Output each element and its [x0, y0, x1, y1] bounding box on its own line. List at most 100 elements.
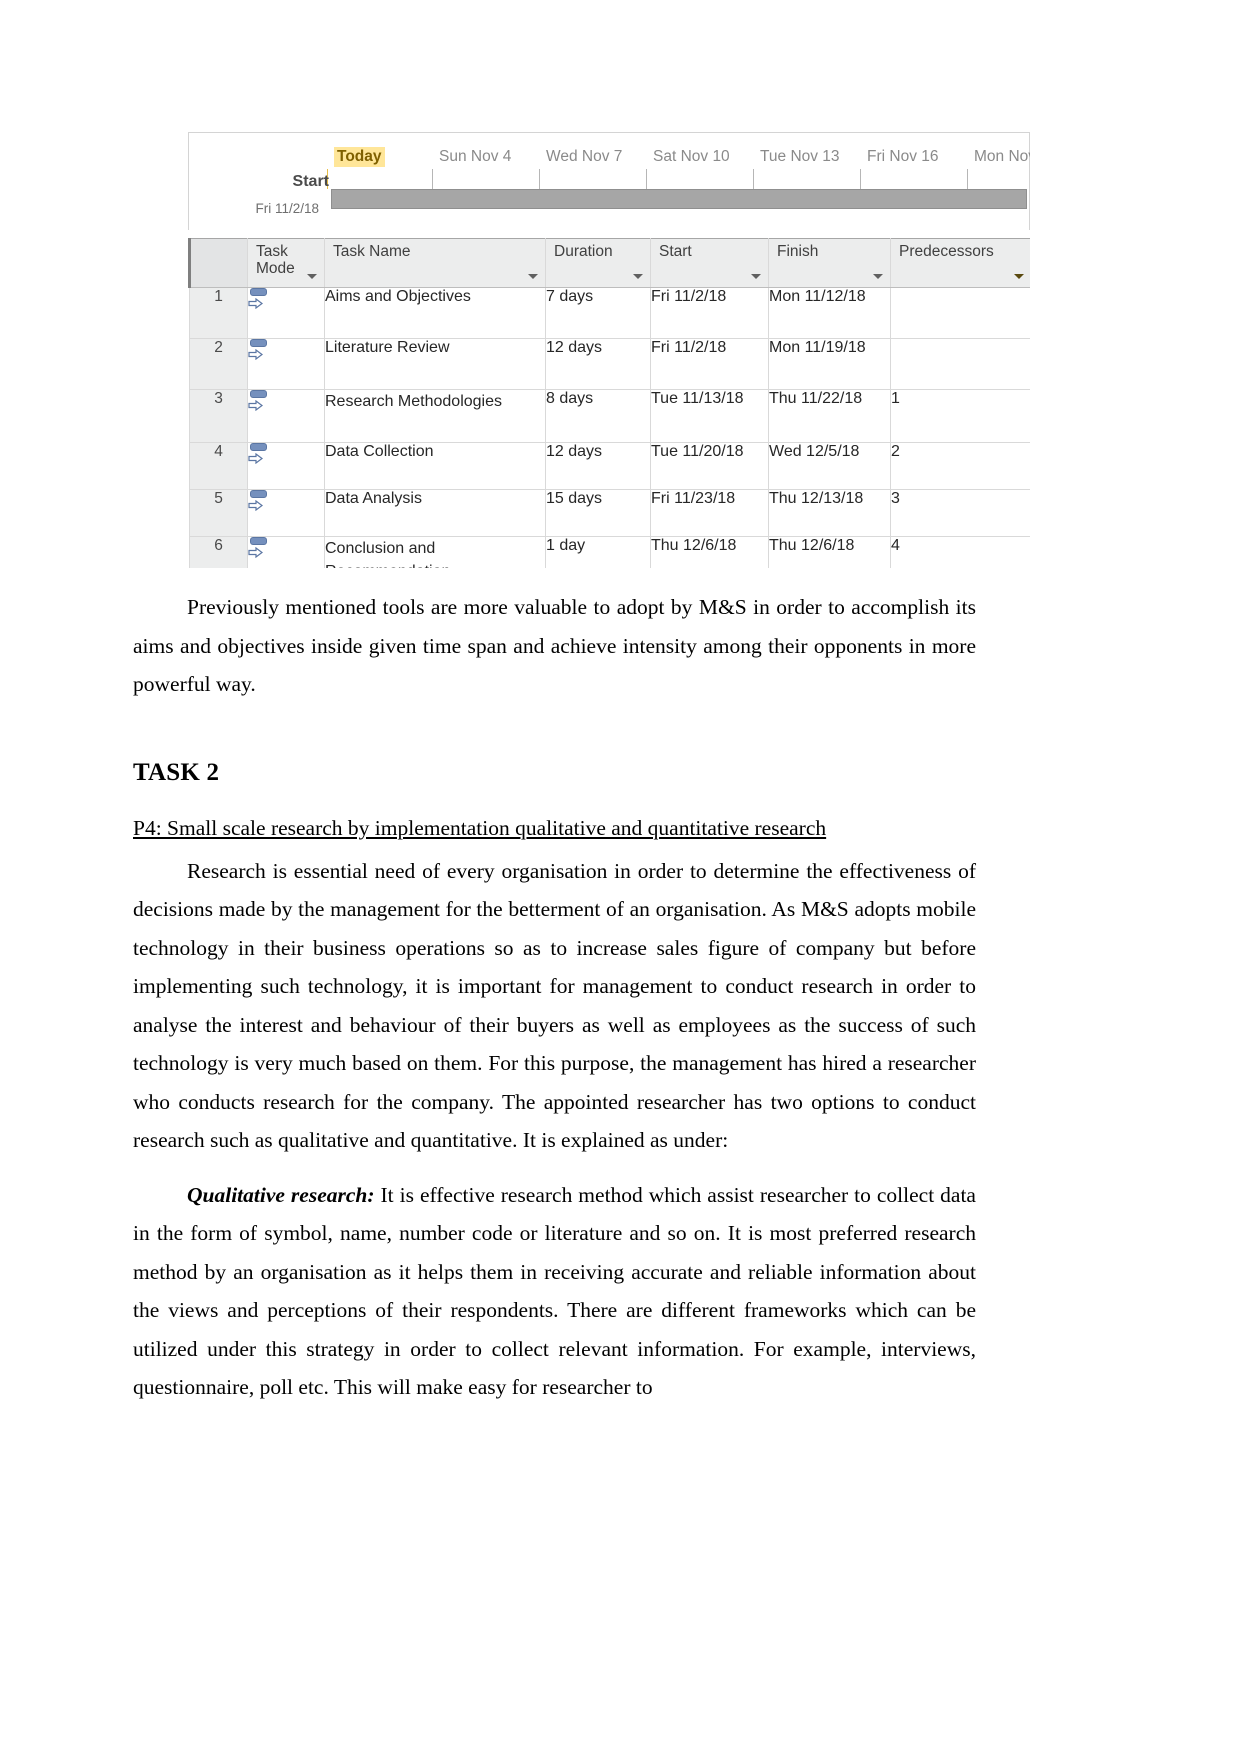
figure-divider	[188, 230, 1030, 238]
row-start: Tue 11/13/18	[650, 389, 769, 443]
timeline-tick-4: Tue Nov 13	[753, 147, 840, 191]
column-header-predecessors[interactable]: Predecessors	[890, 238, 1030, 288]
chevron-down-icon[interactable]	[307, 274, 317, 279]
row-id: 2	[189, 338, 248, 390]
row-task-mode[interactable]	[247, 489, 325, 537]
table-row[interactable]: 2 Literature Review 12 days Fri 11/2/18 …	[189, 338, 1030, 390]
column-header-label: Task Name	[333, 243, 411, 260]
timeline-tick-3: Sat Nov 10	[646, 147, 730, 191]
column-header-label: Start	[659, 243, 692, 260]
row-duration: 7 days	[545, 287, 651, 339]
gantt-task-table: Task Mode Task Name Duration Start Finis…	[188, 238, 1030, 568]
row-duration: 12 days	[545, 338, 651, 390]
row-predecessors	[890, 338, 1030, 390]
row-start: Thu 12/6/18	[650, 536, 769, 568]
row-id: 6	[189, 536, 248, 568]
column-header-task-name[interactable]: Task Name	[324, 238, 546, 288]
row-task-name: Conclusion and Recommendation	[324, 536, 546, 568]
column-header-id[interactable]	[188, 238, 248, 288]
row-predecessors: 3	[890, 489, 1030, 537]
document-page: Today Sun Nov 4 Wed Nov 7 Sat Nov 10 Tue…	[0, 0, 1241, 1754]
row-predecessors: 4	[890, 536, 1030, 568]
row-predecessors: 2	[890, 442, 1030, 490]
gantt-chart-figure: Today Sun Nov 4 Wed Nov 7 Sat Nov 10 Tue…	[188, 132, 1030, 568]
term-qualitative-research: Qualitative research:	[187, 1182, 375, 1207]
table-row[interactable]: 1 Aims and Objectives 7 days Fri 11/2/18…	[189, 287, 1030, 339]
paragraph-research-intro: Research is essential need of every orga…	[133, 858, 976, 1153]
column-header-task-mode[interactable]: Task Mode	[247, 238, 325, 288]
row-duration: 1 day	[545, 536, 651, 568]
row-task-mode[interactable]	[247, 536, 325, 568]
table-header-row: Task Mode Task Name Duration Start Finis…	[188, 238, 1030, 288]
column-header-duration[interactable]: Duration	[545, 238, 651, 288]
chevron-down-icon[interactable]	[528, 274, 538, 279]
timeline-start-label: Start	[292, 173, 329, 190]
row-task-mode[interactable]	[247, 338, 325, 390]
table-row[interactable]: 5 Data Analysis 15 days Fri 11/23/18 Thu…	[189, 489, 1030, 537]
manually-scheduled-icon	[248, 490, 272, 516]
row-task-mode[interactable]	[247, 389, 325, 443]
row-task-name: Data Collection	[324, 442, 546, 490]
row-duration: 15 days	[545, 489, 651, 537]
timeline-tick-label: Fri Nov 16	[867, 148, 939, 165]
timeline-tick-label: Wed Nov 7	[546, 148, 623, 165]
timeline-tick-label: Sun Nov 4	[439, 148, 512, 165]
manually-scheduled-icon	[248, 288, 272, 314]
row-id: 5	[189, 489, 248, 537]
manually-scheduled-icon	[248, 537, 272, 563]
row-finish: Mon 11/19/18	[768, 338, 891, 390]
timeline-start-date: Fri 11/2/18	[255, 201, 319, 216]
timeline-tick-label: Mon Nov 19	[974, 148, 1030, 165]
row-id: 3	[189, 389, 248, 443]
gantt-timeline-panel: Today Sun Nov 4 Wed Nov 7 Sat Nov 10 Tue…	[188, 132, 1030, 230]
timeline-tick-6: Mon Nov 19	[967, 147, 1030, 191]
table-row[interactable]: 6 Conclusion and Recommendation 1 day Th…	[189, 536, 1030, 568]
timeline-tick-label: Tue Nov 13	[760, 148, 840, 165]
chevron-down-icon[interactable]	[633, 274, 643, 279]
row-finish: Wed 12/5/18	[768, 442, 891, 490]
row-task-name: Research Methodologies	[324, 389, 546, 443]
table-body: 1 Aims and Objectives 7 days Fri 11/2/18…	[189, 287, 1030, 568]
column-header-label: Finish	[777, 243, 819, 260]
row-start: Tue 11/20/18	[650, 442, 769, 490]
manually-scheduled-icon	[248, 443, 272, 469]
column-header-label: Duration	[554, 243, 613, 260]
timeline-tick-1: Sun Nov 4	[432, 147, 511, 191]
row-task-mode[interactable]	[247, 287, 325, 339]
table-row[interactable]: 3 Research Methodologies 8 days Tue 11/1…	[189, 389, 1030, 443]
column-header-label: Predecessors	[899, 243, 994, 260]
column-header-finish[interactable]: Finish	[768, 238, 891, 288]
row-duration: 12 days	[545, 442, 651, 490]
row-start: Fri 11/2/18	[650, 287, 769, 339]
paragraph-qualitative-research: Qualitative research: It is effective re…	[133, 1176, 976, 1407]
timeline-tick-5: Fri Nov 16	[860, 147, 939, 191]
chevron-down-icon[interactable]	[1014, 274, 1024, 279]
row-finish: Mon 11/12/18	[768, 287, 891, 339]
manually-scheduled-icon	[248, 339, 272, 365]
table-row[interactable]: 4 Data Collection 12 days Tue 11/20/18 W…	[189, 442, 1030, 490]
column-header-start[interactable]: Start	[650, 238, 769, 288]
column-header-label: Task Mode	[256, 243, 295, 277]
row-task-mode[interactable]	[247, 442, 325, 490]
timeline-tick-2: Wed Nov 7	[539, 147, 622, 191]
row-start: Fri 11/23/18	[650, 489, 769, 537]
manually-scheduled-icon	[248, 390, 272, 416]
timeline-project-bar[interactable]	[331, 189, 1027, 209]
chevron-down-icon[interactable]	[751, 274, 761, 279]
row-predecessors	[890, 287, 1030, 339]
row-task-name: Literature Review	[324, 338, 546, 390]
qualitative-research-body: It is effective research method which as…	[133, 1182, 976, 1400]
section-heading-p4: P4: Small scale research by implementati…	[133, 815, 827, 840]
row-id: 4	[189, 442, 248, 490]
timeline-tick-today: Today	[327, 147, 385, 191]
paragraph-tools-summary: Previously mentioned tools are more valu…	[133, 595, 976, 696]
row-id: 1	[189, 287, 248, 339]
chevron-down-icon[interactable]	[873, 274, 883, 279]
row-finish: Thu 11/22/18	[768, 389, 891, 443]
timeline-tick-label: Today	[334, 147, 385, 167]
row-task-name: Aims and Objectives	[324, 287, 546, 339]
row-duration: 8 days	[545, 389, 651, 443]
row-predecessors: 1	[890, 389, 1030, 443]
timeline-tick-label: Sat Nov 10	[653, 148, 730, 165]
